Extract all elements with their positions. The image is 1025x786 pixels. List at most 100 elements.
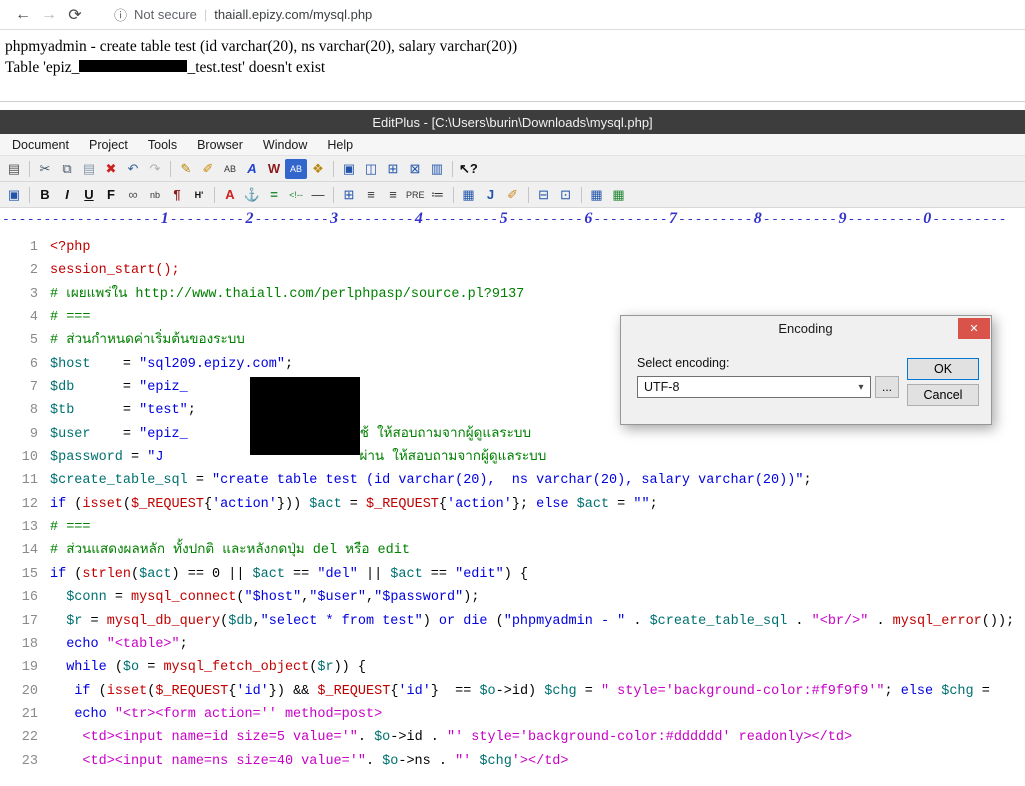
pre-icon[interactable]: PRE bbox=[404, 185, 427, 205]
info-icon[interactable]: ⓘ bbox=[114, 5, 127, 24]
menu-browser[interactable]: Browser bbox=[187, 138, 253, 152]
code-line[interactable]: 12 if (isset($_REQUEST{'action'})) $act =… bbox=[0, 493, 1025, 516]
equals-icon[interactable]: = bbox=[263, 185, 285, 205]
page-line-2: Table 'epiz_ _test.test' doesn't exist bbox=[5, 59, 326, 76]
marker-icon[interactable]: ✐ bbox=[197, 159, 219, 179]
ok-button[interactable]: OK bbox=[907, 358, 979, 380]
code-line[interactable]: 15 if (strlen($act) == 0 || $act == "del"… bbox=[0, 563, 1025, 586]
code-line[interactable]: 3 # เผยแพร่ใน http://www.thaiall.com/perl… bbox=[0, 283, 1025, 306]
paragraph-icon[interactable]: ¶ bbox=[166, 185, 188, 205]
code-line[interactable]: 23 <td><input name=ns size=40 value='". … bbox=[0, 750, 1025, 773]
glasses-icon[interactable]: ∞ bbox=[122, 185, 144, 205]
align-left-icon[interactable]: ≡ bbox=[360, 185, 382, 205]
browser-toolbar: ← → ⟳ ⓘ Not secure | thaiall.epizy.com/m… bbox=[0, 0, 1025, 30]
table-insert-icon[interactable]: ▦ bbox=[586, 185, 608, 205]
spellcheck-icon[interactable]: W bbox=[263, 159, 285, 179]
code-line[interactable]: 11 $create_table_sql = "create table test… bbox=[0, 469, 1025, 492]
image-icon[interactable]: ▦ bbox=[458, 185, 480, 205]
document-icon[interactable]: ▤ bbox=[3, 159, 25, 179]
redaction-box bbox=[250, 377, 360, 455]
cancel-button[interactable]: Cancel bbox=[907, 384, 979, 406]
code-line[interactable]: 14 # ส่วนแสดงผลหลัก ทั้งปกติ และหลังกดปุ่… bbox=[0, 539, 1025, 562]
code-line[interactable]: 18 echo "<table>"; bbox=[0, 633, 1025, 656]
menu-project[interactable]: Project bbox=[79, 138, 138, 152]
url-text[interactable]: thaiall.epizy.com/mysql.php bbox=[214, 7, 372, 22]
sync-browser-icon[interactable]: ⊟ bbox=[533, 185, 555, 205]
code-segment: })) bbox=[276, 496, 310, 512]
font-icon[interactable]: F bbox=[100, 185, 122, 205]
code-segment: ( bbox=[487, 613, 504, 629]
back-icon[interactable]: ← bbox=[10, 6, 36, 24]
delete-icon[interactable]: ✖ bbox=[100, 159, 122, 179]
select-text-icon[interactable]: AB bbox=[219, 159, 241, 179]
code-line[interactable]: 9 $user = "epiz_ ช้ ให้สอบถามจากผู้ดูแลระบ… bbox=[0, 423, 1025, 446]
code-line[interactable]: 21 echo "<tr><form action='' method=post… bbox=[0, 703, 1025, 726]
font-italic-icon[interactable]: A bbox=[241, 159, 263, 179]
underline-icon[interactable]: U bbox=[78, 185, 100, 205]
code-line[interactable]: 13 # === bbox=[0, 516, 1025, 539]
font-color-icon[interactable]: A bbox=[219, 185, 241, 205]
code-editor[interactable]: 1 <?php 2 session_start(); 3 # เผยแพร่ใน http… bbox=[0, 230, 1025, 786]
window-full-icon[interactable]: ▣ bbox=[338, 159, 360, 179]
highlight-icon[interactable]: AB bbox=[285, 158, 307, 179]
align-center-icon[interactable]: ≡ bbox=[382, 185, 404, 205]
code-segment: "test" bbox=[139, 403, 188, 419]
chevron-down-icon[interactable]: ▾ bbox=[852, 382, 870, 393]
code-segment: $o bbox=[122, 660, 140, 676]
page-line-1: phpmyadmin - create table test (id varch… bbox=[5, 38, 518, 55]
address-bar[interactable]: ⓘ Not secure | thaiall.epizy.com/mysql.p… bbox=[114, 5, 372, 24]
undo-icon[interactable]: ↶ bbox=[122, 159, 144, 179]
menu-window[interactable]: Window bbox=[253, 138, 317, 152]
view-browser-icon[interactable]: ▣ bbox=[3, 185, 25, 205]
sync-file-icon[interactable]: ⊡ bbox=[555, 185, 577, 205]
code-line[interactable]: 17 $r = mysql_db_query ($db,"select * fro… bbox=[0, 610, 1025, 633]
style-brush-icon[interactable]: ✐ bbox=[502, 185, 524, 205]
window-close-icon[interactable]: ⊠ bbox=[404, 159, 426, 179]
code-line[interactable]: 10 $password = "J ผ่าน ให้สอบถามจากผู้ดูแล… bbox=[0, 446, 1025, 469]
table-icon[interactable]: ⊞ bbox=[338, 185, 360, 205]
redo-icon[interactable]: ↷ bbox=[144, 159, 166, 179]
code-segment: strlen bbox=[82, 566, 132, 582]
javascript-icon[interactable]: J bbox=[480, 185, 502, 205]
browse-button[interactable]: ... bbox=[875, 376, 899, 398]
window-split-icon[interactable]: ◫ bbox=[360, 159, 382, 179]
select-encoding-label: Select encoding: bbox=[637, 356, 730, 370]
encoding-select[interactable]: UTF-8 ▾ bbox=[637, 376, 871, 398]
refresh-icon[interactable]: ⟳ bbox=[62, 5, 88, 25]
hr-icon[interactable]: — bbox=[307, 185, 329, 205]
context-help-icon[interactable]: ↖? bbox=[457, 159, 480, 179]
menu-document[interactable]: Document bbox=[2, 138, 79, 152]
anchor-icon[interactable]: ⚓ bbox=[241, 185, 263, 205]
menu-bar: Document Project Tools Browser Window Help bbox=[0, 134, 1025, 156]
paste-icon[interactable]: ▤ bbox=[78, 159, 100, 179]
code-line[interactable]: 2 session_start(); bbox=[0, 259, 1025, 282]
copy-icon[interactable]: ⧉ bbox=[56, 159, 78, 179]
code-line[interactable]: 22 <td><input name=id size=5 value='". $… bbox=[0, 726, 1025, 749]
forward-icon[interactable]: → bbox=[36, 6, 62, 24]
table-green-icon[interactable]: ▦ bbox=[608, 185, 630, 205]
bold-icon[interactable]: B bbox=[34, 185, 56, 205]
stamp-icon[interactable]: ❖ bbox=[307, 159, 329, 179]
code-line[interactable]: 19 while ($o = mysql_fetch_object($r)) { bbox=[0, 656, 1025, 679]
dialog-body: Select encoding: UTF-8 ▾ ... OK Cancel bbox=[621, 340, 991, 426]
menu-help[interactable]: Help bbox=[317, 138, 363, 152]
code-segment: 'id' bbox=[398, 683, 431, 699]
close-icon[interactable]: ✕ bbox=[958, 318, 990, 339]
code-line[interactable]: 16 $conn = mysql_connect("$host","$user"… bbox=[0, 586, 1025, 609]
edit-pencil-icon[interactable]: ✎ bbox=[175, 159, 197, 179]
window-list-icon[interactable]: ▥ bbox=[426, 159, 448, 179]
list-icon[interactable]: ≔ bbox=[427, 185, 449, 205]
code-segment: while bbox=[66, 660, 107, 676]
menu-tools[interactable]: Tools bbox=[138, 138, 187, 152]
code-line[interactable]: 20 if (isset($_REQUEST{'id'}) && $_REQUE… bbox=[0, 680, 1025, 703]
heading-icon[interactable]: H' bbox=[188, 185, 210, 205]
nbsp-icon[interactable]: nb bbox=[144, 185, 166, 205]
comment-icon[interactable]: <!-- bbox=[285, 185, 307, 205]
cut-icon[interactable]: ✂ bbox=[34, 159, 56, 179]
italic-icon[interactable]: I bbox=[56, 185, 78, 205]
window-table-icon[interactable]: ⊞ bbox=[382, 159, 404, 179]
code-line[interactable]: 1 <?php bbox=[0, 236, 1025, 259]
